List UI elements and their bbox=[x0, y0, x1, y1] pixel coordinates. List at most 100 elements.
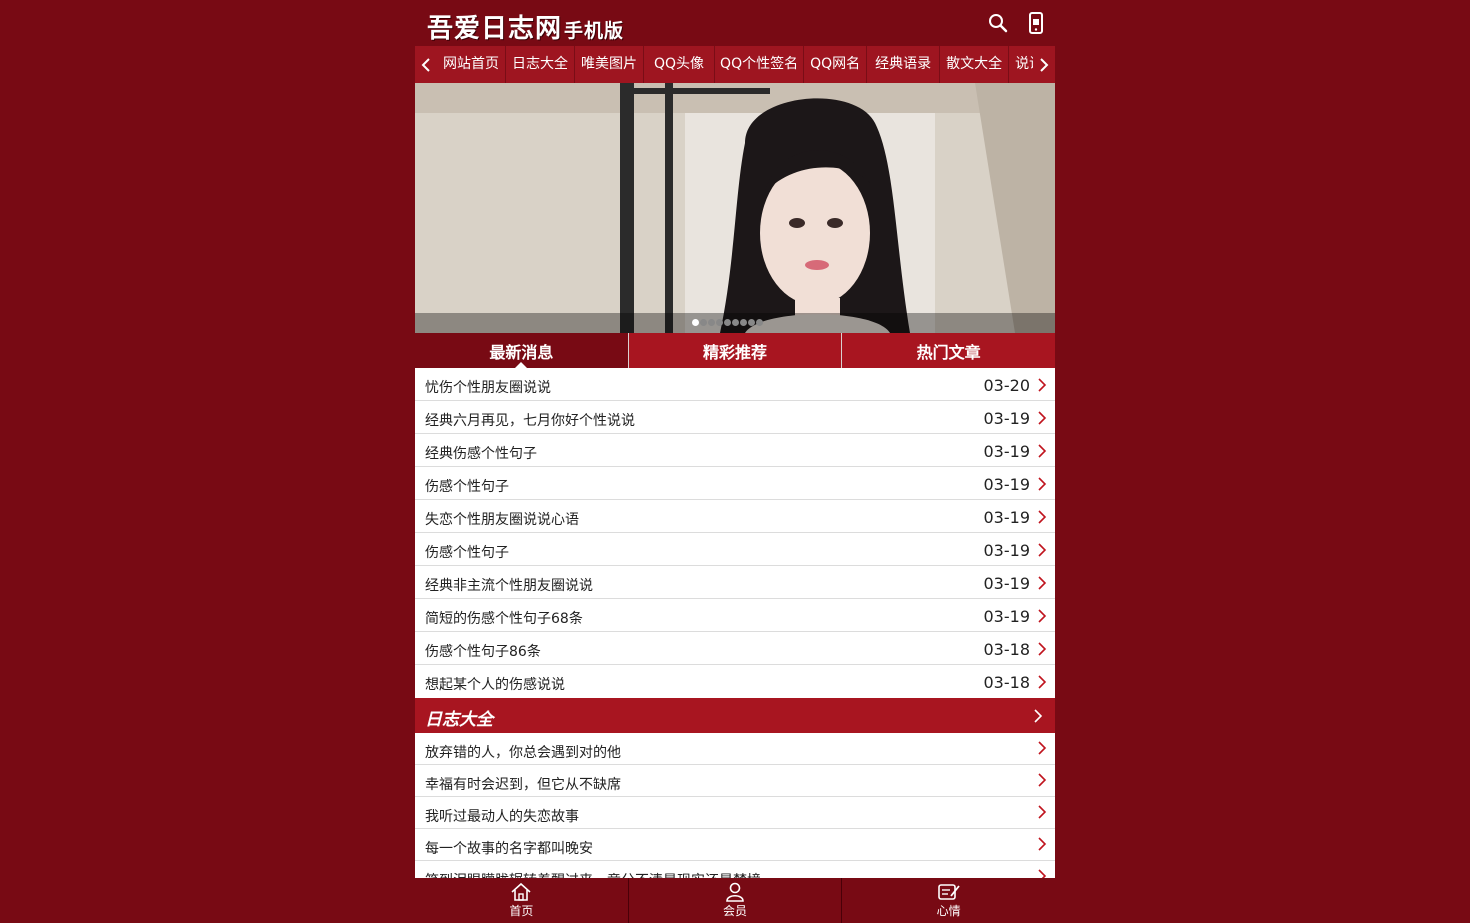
logo-main-text: 吾爱日志网 bbox=[427, 14, 563, 44]
list-item-date: 03-18 bbox=[983, 673, 1031, 692]
chevron-right-icon bbox=[1038, 444, 1047, 458]
slider-dot[interactable] bbox=[732, 319, 739, 326]
list-item[interactable]: 想起某个人的伤感说说 03-18 bbox=[415, 665, 1055, 697]
search-icon[interactable] bbox=[985, 10, 1011, 36]
list-item[interactable]: 经典六月再见，七月你好个性说说 03-19 bbox=[415, 401, 1055, 434]
chevron-right-icon bbox=[1038, 642, 1047, 656]
list-item[interactable]: 伤感个性句子 03-19 bbox=[415, 533, 1055, 566]
nav-item-quotes[interactable]: 经典语录 bbox=[867, 46, 941, 83]
diary-list: 放弃错的人，你总会遇到对的他 幸福有时会迟到，但它从不缺席 我听过最动人的失恋故… bbox=[415, 733, 1055, 893]
site-logo[interactable]: 吾爱日志网 手机版 bbox=[427, 8, 625, 44]
list-item-date: 03-19 bbox=[983, 607, 1031, 626]
slider-dot[interactable] bbox=[700, 319, 707, 326]
chevron-right-icon bbox=[1038, 477, 1047, 491]
list-item-date: 03-19 bbox=[983, 541, 1031, 560]
list-item[interactable]: 伤感个性句子 03-19 bbox=[415, 467, 1055, 500]
list-item-title: 简短的伤感个性句子68条 bbox=[425, 611, 583, 627]
nav-item-qq-signature[interactable]: QQ个性签名 bbox=[715, 46, 805, 83]
nav-item-diary[interactable]: 日志大全 bbox=[506, 46, 575, 83]
list-item-title: 伤感个性句子 bbox=[425, 479, 509, 495]
slider-dot[interactable] bbox=[748, 319, 755, 326]
list-item-title: 每一个故事的名字都叫晚安 bbox=[425, 841, 593, 857]
bottom-nav-label: 心情 bbox=[936, 904, 961, 918]
list-item-date: 03-20 bbox=[983, 376, 1031, 395]
user-icon bbox=[726, 882, 744, 902]
tab-recommended[interactable]: 精彩推荐 bbox=[629, 333, 843, 368]
chevron-right-icon bbox=[1038, 805, 1047, 819]
banner-slider[interactable] bbox=[415, 83, 1055, 333]
slider-dots bbox=[415, 313, 1055, 333]
list-item[interactable]: 经典伤感个性句子 03-19 bbox=[415, 434, 1055, 467]
nav-item-essays[interactable]: 散文大全 bbox=[940, 46, 1010, 83]
mobile-page: 吾爱日志网 手机版 网站首页 日志大全 唯美图片 QQ头像 QQ个性签名 QQ网… bbox=[415, 0, 1055, 923]
slider-dot[interactable] bbox=[724, 319, 731, 326]
section-title: 日志大全 bbox=[425, 710, 493, 730]
list-item[interactable]: 简短的伤感个性句子68条 03-19 bbox=[415, 599, 1055, 632]
list-item[interactable]: 经典非主流个性朋友圈说说 03-19 bbox=[415, 566, 1055, 599]
slider-dot[interactable] bbox=[708, 319, 715, 326]
list-item-title: 忧伤个性朋友圈说说 bbox=[425, 380, 551, 396]
list-item[interactable]: 每一个故事的名字都叫晚安 bbox=[415, 829, 1055, 861]
edit-icon bbox=[937, 884, 960, 900]
slider-dot-active[interactable] bbox=[692, 319, 699, 326]
nav-next-icon[interactable] bbox=[1033, 46, 1055, 83]
list-item[interactable]: 幸福有时会迟到，但它从不缺席 bbox=[415, 765, 1055, 797]
nav-item-home[interactable]: 网站首页 bbox=[437, 46, 506, 83]
latest-list: 忧伤个性朋友圈说说 03-20 经典六月再见，七月你好个性说说 03-19 经典… bbox=[415, 368, 1055, 697]
nav-item-qq-avatar[interactable]: QQ头像 bbox=[644, 46, 716, 83]
bottom-nav-label: 会员 bbox=[723, 904, 748, 918]
list-item[interactable]: 失恋个性朋友圈说说心语 03-19 bbox=[415, 500, 1055, 533]
banner-image bbox=[415, 83, 1055, 333]
section-header-diary[interactable]: 日志大全 bbox=[415, 698, 1055, 733]
slider-dot[interactable] bbox=[740, 319, 747, 326]
chevron-right-icon bbox=[1038, 510, 1047, 524]
header: 吾爱日志网 手机版 bbox=[415, 0, 1055, 46]
list-item-title: 我听过最动人的失恋故事 bbox=[425, 809, 579, 825]
chevron-right-icon bbox=[1038, 576, 1047, 590]
nav-item-qq-nickname[interactable]: QQ网名 bbox=[804, 46, 868, 83]
list-item-title: 放弃错的人，你总会遇到对的他 bbox=[425, 745, 621, 761]
nav-prev-icon[interactable] bbox=[415, 46, 437, 83]
nav-items: 网站首页 日志大全 唯美图片 QQ头像 QQ个性签名 QQ网名 经典语录 散文大… bbox=[437, 46, 1033, 83]
chevron-right-icon bbox=[1034, 709, 1043, 723]
bottom-nav-home[interactable]: 首页 bbox=[415, 878, 629, 923]
chevron-right-icon bbox=[1038, 741, 1047, 755]
chevron-right-icon bbox=[1038, 675, 1047, 689]
list-item-title: 幸福有时会迟到，但它从不缺席 bbox=[425, 777, 621, 793]
bottom-nav-member[interactable]: 会员 bbox=[629, 878, 843, 923]
chevron-right-icon bbox=[1038, 543, 1047, 557]
mobile-icon[interactable] bbox=[1023, 10, 1049, 36]
content-tabs: 最新消息 精彩推荐 热门文章 bbox=[415, 333, 1055, 368]
tab-latest[interactable]: 最新消息 bbox=[415, 333, 629, 368]
list-item-title: 伤感个性句子 bbox=[425, 545, 509, 561]
tab-hot[interactable]: 热门文章 bbox=[842, 333, 1055, 368]
chevron-right-icon bbox=[1038, 773, 1047, 787]
list-item[interactable]: 放弃错的人，你总会遇到对的他 bbox=[415, 733, 1055, 765]
category-nav: 网站首页 日志大全 唯美图片 QQ头像 QQ个性签名 QQ网名 经典语录 散文大… bbox=[415, 46, 1055, 83]
chevron-right-icon bbox=[1038, 411, 1047, 425]
list-item[interactable]: 我听过最动人的失恋故事 bbox=[415, 797, 1055, 829]
list-item-date: 03-19 bbox=[983, 409, 1031, 428]
list-item-title: 经典六月再见，七月你好个性说说 bbox=[425, 413, 635, 429]
bottom-nav-label: 首页 bbox=[509, 904, 534, 918]
slider-dot[interactable] bbox=[756, 319, 763, 326]
bottom-nav-mood[interactable]: 心情 bbox=[842, 878, 1055, 923]
list-item[interactable]: 忧伤个性朋友圈说说 03-20 bbox=[415, 368, 1055, 401]
list-item-date: 03-19 bbox=[983, 508, 1031, 527]
list-item-title: 经典伤感个性句子 bbox=[425, 446, 537, 462]
list-item-title: 想起某个人的伤感说说 bbox=[425, 677, 565, 693]
list-item-date: 03-19 bbox=[983, 475, 1031, 494]
list-item-date: 03-19 bbox=[983, 574, 1031, 593]
list-item-title: 失恋个性朋友圈说说心语 bbox=[425, 512, 579, 528]
chevron-right-icon bbox=[1038, 378, 1047, 392]
list-item-title: 伤感个性句子86条 bbox=[425, 644, 541, 660]
list-item-date: 03-19 bbox=[983, 442, 1031, 461]
slider-dot[interactable] bbox=[716, 319, 723, 326]
home-icon bbox=[511, 882, 531, 901]
list-item[interactable]: 伤感个性句子86条 03-18 bbox=[415, 632, 1055, 665]
nav-item-images[interactable]: 唯美图片 bbox=[575, 46, 644, 83]
chevron-right-icon bbox=[1038, 837, 1047, 851]
logo-sub-text: 手机版 bbox=[564, 20, 625, 42]
nav-item-shuoshuo[interactable]: 说说 bbox=[1009, 46, 1033, 83]
list-item-date: 03-18 bbox=[983, 640, 1031, 659]
